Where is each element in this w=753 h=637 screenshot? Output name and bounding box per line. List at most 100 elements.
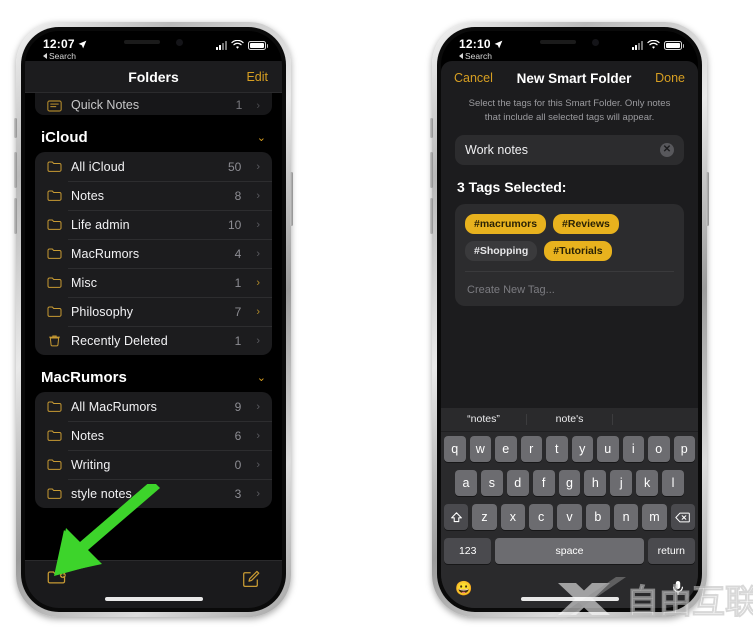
prediction-item[interactable]: note's [527,414,613,425]
notch [510,31,629,53]
folder-icon [47,401,62,412]
row-label: Misc [71,275,98,290]
tag-chip[interactable]: #Shopping [465,240,538,261]
key-m[interactable]: m [642,504,667,530]
done-button[interactable]: Done [655,71,685,85]
folders-scroll-area[interactable]: Quick Notes 1 › iCloud ⌄ All iCloud 50 ›… [25,93,282,560]
compose-button[interactable] [242,570,260,588]
key-j[interactable]: j [610,470,633,496]
key-b[interactable]: b [585,504,610,530]
row-count: 7 [234,304,242,319]
key-w[interactable]: w [469,436,491,462]
smart-folder-name-field[interactable]: Work notes ✕ [455,134,684,165]
mute-switch[interactable] [14,118,17,138]
prediction-item[interactable]: “notes” [441,414,527,425]
key-o[interactable]: o [648,436,670,462]
key-l[interactable]: l [662,470,685,496]
row-label: All iCloud [71,159,125,174]
tag-chip[interactable]: #Tutorials [544,240,612,261]
key-i[interactable]: i [622,436,644,462]
folder-icon [47,161,62,172]
section-header-macrumors[interactable]: MacRumors ⌄ [25,355,282,392]
table-row[interactable]: All iCloud 50 › [35,152,272,181]
key-s[interactable]: s [480,470,503,496]
volume-up-button[interactable] [430,152,433,188]
key-c[interactable]: c [529,504,554,530]
create-new-tag-input[interactable]: Create New Tag... [465,270,674,298]
key-d[interactable]: d [506,470,529,496]
microphone-icon[interactable] [672,580,684,596]
folder-icon [47,248,62,259]
volume-down-button[interactable] [430,198,433,234]
list-item-quick-notes[interactable]: Quick Notes 1 › [35,93,272,115]
cancel-button[interactable]: Cancel [454,71,493,85]
row-count: 4 [234,246,242,261]
tag-chip[interactable]: #Reviews [553,213,619,234]
key-e[interactable]: e [495,436,517,462]
volume-up-button[interactable] [14,152,17,188]
chevron-down-icon[interactable]: ⌄ [257,371,266,384]
key-a[interactable]: a [455,470,477,496]
keyboard-row-2: a s d f g h j k l [441,466,698,500]
row-label: style notes [71,486,132,501]
table-row[interactable]: Life admin 10 › [35,210,272,239]
numbers-key[interactable]: 123 [444,538,492,564]
table-row[interactable]: All MacRumors 9 › [35,392,272,421]
back-to-search-link[interactable]: Search [43,52,76,61]
key-u[interactable]: u [597,436,619,462]
key-f[interactable]: f [532,470,555,496]
chevron-down-icon[interactable]: ⌄ [257,131,266,144]
row-count: 10 [227,217,242,232]
list-item-label: Quick Notes [71,98,140,112]
tags-selected-heading: 3 Tags Selected: [457,178,567,195]
row-label: Life admin [71,217,130,232]
chevron-right-icon: › [256,487,260,500]
table-row[interactable]: Writing 0 › [35,450,272,479]
key-p[interactable]: p [673,436,695,462]
folder-icon [47,306,62,317]
table-row[interactable]: Misc 1 › [35,268,272,297]
table-row[interactable]: style notes 3 › [35,479,272,508]
key-h[interactable]: h [584,470,607,496]
key-g[interactable]: g [558,470,581,496]
return-key[interactable]: return [647,538,696,564]
backspace-icon[interactable] [670,504,695,530]
table-row[interactable]: Notes 8 › [35,181,272,210]
section-title: MacRumors [41,369,127,386]
shift-icon[interactable] [444,504,469,530]
table-row[interactable]: Philosophy 7 › [35,297,272,326]
back-to-search-link[interactable]: Search [459,52,492,61]
key-z[interactable]: z [472,504,497,530]
table-row[interactable]: Recently Deleted 1 › [35,326,272,355]
mute-switch[interactable] [430,118,433,138]
power-button[interactable] [706,172,709,226]
volume-down-button[interactable] [14,198,17,234]
home-indicator[interactable] [104,597,203,601]
key-y[interactable]: y [571,436,593,462]
key-v[interactable]: v [557,504,582,530]
folder-icon [47,459,62,470]
row-count: 6 [234,428,242,443]
key-x[interactable]: x [500,504,525,530]
emoji-icon[interactable]: 😀 [455,580,472,597]
power-button[interactable] [290,172,293,226]
tag-chip[interactable]: #macrumors [465,213,547,234]
key-t[interactable]: t [546,436,568,462]
battery-icon [664,40,684,50]
chevron-right-icon: › [256,276,260,289]
key-n[interactable]: n [613,504,639,530]
table-row[interactable]: MacRumors 4 › [35,239,272,268]
back-label: Search [49,51,76,61]
back-triangle-icon [459,53,463,60]
folder-icon [47,277,62,288]
clear-icon[interactable]: ✕ [660,142,674,157]
home-indicator[interactable] [520,597,619,601]
section-header-icloud[interactable]: iCloud ⌄ [25,115,282,152]
space-key[interactable]: space [495,538,644,564]
edit-button[interactable]: Edit [246,70,268,84]
key-r[interactable]: r [520,436,542,462]
new-folder-button[interactable] [47,570,67,587]
table-row[interactable]: Notes 6 › [35,421,272,450]
key-k[interactable]: k [636,470,659,496]
key-q[interactable]: q [444,436,466,462]
